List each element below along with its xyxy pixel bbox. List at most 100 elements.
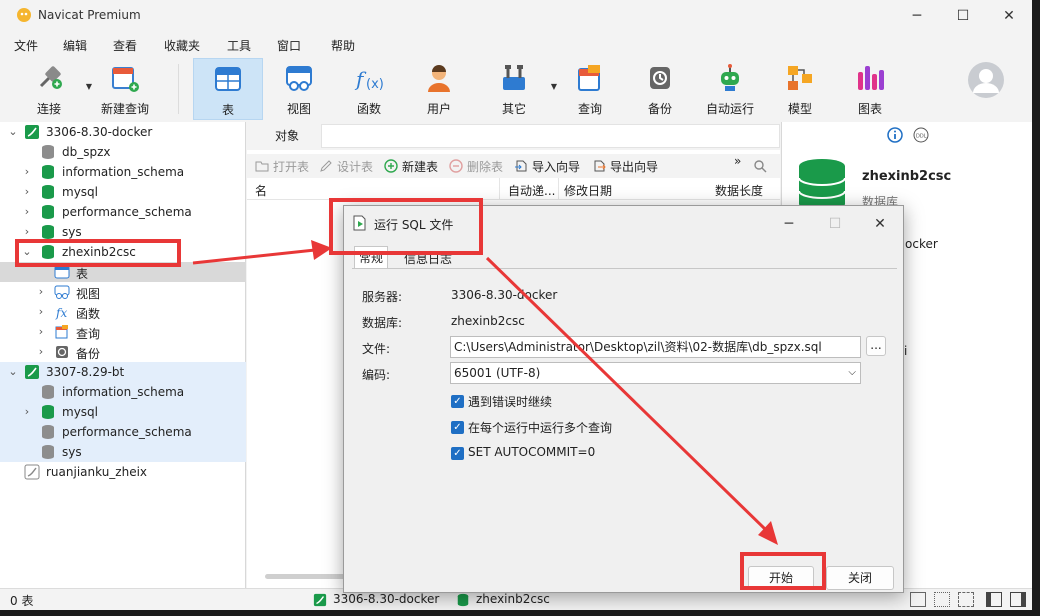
chevron-right-icon[interactable]: › [22,405,32,418]
encoding-select[interactable]: 65001 (UTF-8) ⌵ [450,362,861,384]
open-table-button[interactable]: 打开表 [255,158,309,175]
toolbar-chart-button[interactable]: 图表 [835,58,905,120]
tree-db-item[interactable]: › performance_schema [0,202,246,222]
toolbar-function-button[interactable]: f (x) 函数 [334,58,404,120]
tree-db-item[interactable]: › sys [0,222,246,242]
chevron-down-icon[interactable]: ⌄ [22,245,32,258]
dialog-minimize-button[interactable]: ─ [766,210,812,238]
chevron-right-icon[interactable]: › [22,205,32,218]
toolbar-new-query-button[interactable]: 新建查询 [90,58,160,120]
toolbar-other-button[interactable]: 其它 ▼ [479,58,557,120]
file-path-field[interactable]: C:\Users\Administrator\Desktop\zil\资料\02… [450,336,861,358]
database-label: 数据库: [362,316,403,330]
close-window-button[interactable]: ✕ [986,0,1032,32]
tree-db-item[interactable]: › mysql [0,402,246,422]
maximize-button[interactable]: ☐ [940,0,986,32]
tab-general[interactable]: 常规 [354,246,389,268]
menu-view[interactable]: 查看 [113,37,137,54]
toolbar-table-button[interactable]: 表 [193,58,263,120]
column-name[interactable]: 名 [255,182,267,199]
info-toggle-icon[interactable] [1010,592,1026,607]
chevron-right-icon[interactable]: › [22,185,32,198]
tree-connection-2[interactable]: ⌄ 3307-8.29-bt [0,362,246,382]
menu-window[interactable]: 窗口 [277,37,301,54]
tree-db-item[interactable]: › information_schema [0,162,246,182]
continue-on-error-checkbox[interactable]: ✓ [451,395,464,408]
tab-message-log[interactable]: 信息日志 [400,248,456,268]
chevron-down-icon[interactable]: ⌄ [8,125,18,138]
column-auto-increment[interactable]: 自动递... [508,182,555,199]
column-modified-date[interactable]: 修改日期 [564,182,612,199]
chevron-right-icon[interactable]: › [36,285,46,298]
chevron-right-icon[interactable]: › [22,225,32,238]
user-avatar-icon[interactable] [967,61,1005,99]
dialog-close-button[interactable]: ✕ [857,210,903,238]
toolbar-automation-label: 自动运行 [705,102,754,116]
tree-child-functions[interactable]: › fx 函数 [0,302,246,322]
minus-circle-icon [449,159,463,173]
autocommit-checkbox[interactable]: ✓ [451,447,464,460]
minimize-button[interactable]: ─ [894,0,940,32]
column-data-length[interactable]: 数据长度 [715,182,763,199]
more-actions-icon[interactable]: » [734,154,741,168]
info-field-value: ocker [905,237,938,251]
tree-connection-label: 3306-8.30-docker [46,125,153,139]
chevron-right-icon[interactable]: › [36,325,46,338]
toolbar-backup-button[interactable]: 备份 [625,58,695,120]
chevron-right-icon[interactable]: › [36,305,46,318]
browse-file-button[interactable]: ... [866,336,886,356]
chevron-right-icon[interactable]: › [36,345,46,358]
chevron-right-icon[interactable]: › [22,165,32,178]
detail-view-icon[interactable] [958,592,974,607]
chevron-down-icon[interactable]: ⌄ [8,365,18,378]
search-icon[interactable] [753,159,767,173]
close-dialog-button[interactable]: 关闭 [826,566,894,590]
info-icon[interactable] [887,127,903,143]
menu-file[interactable]: 文件 [14,37,38,54]
tab-objects[interactable]: 对象 [253,124,321,150]
tree-db-item[interactable]: information_schema [0,382,246,402]
menu-favorites[interactable]: 收藏夹 [164,37,200,54]
sidebar-toggle-icon[interactable] [986,592,1002,607]
menu-tools[interactable]: 工具 [227,37,251,54]
toolbar-automation-button[interactable]: 自动运行 [695,58,765,120]
tree-db-selected[interactable]: ⌄ zhexinb2csc [0,242,246,262]
start-button[interactable]: 开始 [748,566,814,590]
tree-child-tables[interactable]: 表 [0,262,246,282]
import-wizard-button[interactable]: 导入向导 [514,158,580,175]
ddl-icon[interactable]: DDL [913,127,929,143]
status-object-count: 0 表 [10,594,34,608]
tree-connection-3[interactable]: ruanjianku_zheix [0,462,246,482]
tree-child-backups[interactable]: › 备份 [0,342,246,362]
toolbar-view-button[interactable]: 视图 [264,58,334,120]
grid-view-icon[interactable] [934,592,950,607]
info-field-value: i [904,344,908,358]
multi-query-checkbox[interactable]: ✓ [451,421,464,434]
navicat-logo-icon [17,8,31,22]
toolbar-user-button[interactable]: 用户 [404,58,474,120]
toolbar-query-button[interactable]: 查询 [555,58,625,120]
design-table-button[interactable]: 设计表 [319,158,373,175]
tree-connection-1[interactable]: ⌄ 3306-8.30-docker [0,122,246,142]
menu-edit[interactable]: 编辑 [63,37,87,54]
toolbar-model-button[interactable]: 模型 [765,58,835,120]
tree-child-queries[interactable]: › 查询 [0,322,246,342]
tab-area [321,124,780,148]
export-wizard-label: 导出向导 [610,160,659,174]
toolbar-connect-button[interactable]: 连接 ▼ [14,58,92,120]
new-table-button[interactable]: 新建表 [384,158,438,175]
tree-child-views[interactable]: › 视图 [0,282,246,302]
export-wizard-button[interactable]: 导出向导 [592,158,658,175]
dialog-maximize-button[interactable]: ☐ [812,210,858,238]
tree-db-item[interactable]: sys [0,442,246,462]
tree-db-item[interactable]: › mysql [0,182,246,202]
menu-help[interactable]: 帮助 [331,37,355,54]
tree-db-label: information_schema [62,385,185,399]
list-view-icon[interactable] [910,592,926,607]
database-value: zhexinb2csc [451,314,525,328]
toolbar-other-label: 其它 [501,102,526,116]
delete-table-button[interactable]: 删除表 [449,158,503,175]
tree-db-item[interactable]: db_spzx [0,142,246,162]
toolbar-divider [178,64,179,114]
tree-db-item[interactable]: performance_schema [0,422,246,442]
